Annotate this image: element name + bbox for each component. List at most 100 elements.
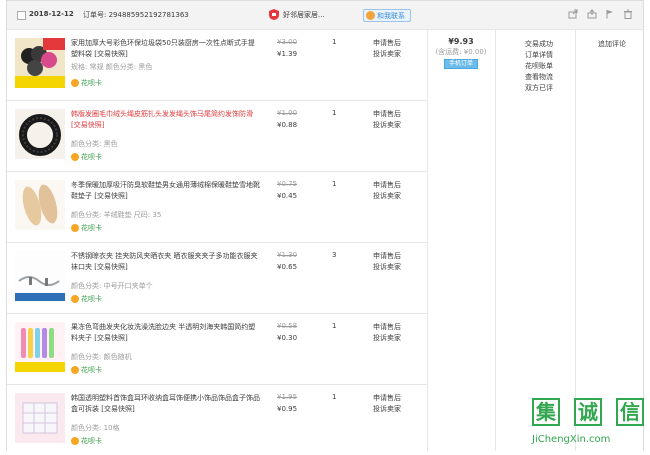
badge-label: 花呗卡 xyxy=(81,79,102,87)
order-total: ¥9.93 (含运费: ¥0.00) 手机订单 xyxy=(429,37,493,69)
product-title-link[interactable]: 果冻色弯曲发夹化妆洗澡洗脸边夹 半透明刘海夹韩国简约塑料夹子 [交易快照] xyxy=(71,322,261,344)
quantity: 1 xyxy=(332,38,337,46)
trade-success-status: 交易成功 xyxy=(525,40,553,48)
wangwang-icon xyxy=(366,11,375,20)
apply-after-sale-link[interactable]: 申请售后 xyxy=(373,393,401,404)
order-card: 2018-12-12 订单号: 294885952192781363 好邻居家居… xyxy=(6,0,644,451)
original-price: ¥3.00 xyxy=(277,38,298,46)
add-review-link[interactable]: 追加评论 xyxy=(598,39,626,49)
shipping-fee: (含运费: ¥0.00) xyxy=(435,48,487,56)
badge-label: 花呗卡 xyxy=(81,224,102,232)
product-badge: 花呗卡 xyxy=(71,223,105,233)
product-title-link[interactable]: 韩国透明塑料首饰盒耳环收纳盒耳饰便携小饰品饰品盒子饰品盒可拆装 [交易快照] xyxy=(71,393,261,415)
upload-icon[interactable] xyxy=(587,9,597,19)
service-links: 申请售后 投诉卖家 xyxy=(373,38,401,60)
service-links: 申请售后 投诉卖家 xyxy=(373,109,401,131)
item-row: 韩国透明塑料首饰盒耳环收纳盒耳饰便携小饰品饰品盒子饰品盒可拆装 [交易快照] 颜… xyxy=(7,385,427,455)
badge-coin-icon xyxy=(71,295,79,303)
paid-price: ¥0.30 xyxy=(277,334,298,342)
trash-icon[interactable] xyxy=(623,9,633,19)
item-row: 家用加厚大号彩色环保垃圾袋50只装厨房一次性点断式手提塑料袋 [交易快照] 规格… xyxy=(7,30,427,101)
product-badge: 花呗卡 xyxy=(71,78,105,88)
column-divider xyxy=(575,29,576,451)
product-thumbnail[interactable] xyxy=(15,393,65,443)
apply-after-sale-link[interactable]: 申请售后 xyxy=(373,38,401,49)
product-attributes: 规格: 常规 颜色分类: 黑色 xyxy=(71,63,153,71)
watermark-char: 诚 xyxy=(574,398,602,426)
complain-seller-link[interactable]: 投诉卖家 xyxy=(373,49,401,60)
order-date: 2018-12-12 xyxy=(29,10,74,18)
product-badge: 花呗卡 xyxy=(71,152,105,162)
complain-seller-link[interactable]: 投诉卖家 xyxy=(373,404,401,415)
product-attributes: 颜色分类: 羊绒鞋垫 尺码: 35 xyxy=(71,211,162,219)
shop-name-link[interactable]: 好邻居家居... xyxy=(283,10,325,20)
order-number: 订单号: 294885952192781363 xyxy=(83,11,189,19)
mobile-order-badge: 手机订单 xyxy=(443,59,478,69)
order-header: 2018-12-12 订单号: 294885952192781363 好邻居家居… xyxy=(7,1,643,30)
quantity: 3 xyxy=(332,251,337,259)
badge-coin-icon xyxy=(71,437,79,445)
badge-label: 花呗卡 xyxy=(81,295,102,303)
product-thumbnail[interactable] xyxy=(15,251,65,301)
product-attributes: 颜色分类: 颜色随机 xyxy=(71,353,132,361)
share-icon[interactable] xyxy=(568,9,578,19)
paid-price: ¥0.65 xyxy=(277,263,298,271)
apply-after-sale-link[interactable]: 申请售后 xyxy=(373,251,401,262)
complain-seller-link[interactable]: 投诉卖家 xyxy=(373,120,401,131)
product-thumbnail[interactable] xyxy=(15,38,65,88)
contact-seller-button[interactable]: 和我联系 xyxy=(363,9,411,22)
order-detail-link[interactable]: 订单详情 xyxy=(525,50,553,61)
shop-badge-icon xyxy=(269,9,279,20)
badge-coin-icon xyxy=(71,153,79,161)
product-title-link[interactable]: 韩版发圈毛巾绒头绳皮筋扎头发发绳头饰马尾简约发饰防滑 [交易快照] xyxy=(71,109,261,131)
product-badge: 花呗卡 xyxy=(71,365,105,375)
watermark-char: 集 xyxy=(532,398,560,426)
column-divider xyxy=(427,29,428,451)
product-badge: 花呗卡 xyxy=(71,294,105,304)
original-price: ¥0.58 xyxy=(277,322,298,330)
product-thumbnail[interactable] xyxy=(15,109,65,159)
badge-coin-icon xyxy=(71,224,79,232)
huabei-bill-link[interactable]: 花呗账单 xyxy=(525,61,553,72)
order-checkbox[interactable] xyxy=(17,11,26,20)
original-price: ¥1.30 xyxy=(277,251,298,259)
original-price: ¥1.95 xyxy=(277,393,298,401)
total-price: ¥9.93 xyxy=(448,37,474,46)
paid-price: ¥1.39 xyxy=(277,50,298,58)
product-attributes: 颜色分类: 黑色 xyxy=(71,140,118,148)
service-links: 申请售后 投诉卖家 xyxy=(373,393,401,415)
product-title-link[interactable]: 不锈钢晾衣夹 挂夹防风夹晒衣夹 晒衣服夹夹子多功能衣服夹袜口夹 [交易快照] xyxy=(71,251,261,273)
complain-seller-link[interactable]: 投诉卖家 xyxy=(373,262,401,273)
quantity: 1 xyxy=(332,180,337,188)
product-thumbnail[interactable] xyxy=(15,322,65,372)
item-row: 冬季保暖加厚吸汗防臭软鞋垫男女通用薄绒棉保暖鞋垫雪地靴鞋垫子 [交易快照] 颜色… xyxy=(7,172,427,243)
product-attributes: 颜色分类: 中号开口夹单个 xyxy=(71,282,153,290)
paid-price: ¥0.88 xyxy=(277,121,298,129)
service-links: 申请售后 投诉卖家 xyxy=(373,251,401,273)
apply-after-sale-link[interactable]: 申请售后 xyxy=(373,322,401,333)
complain-seller-link[interactable]: 投诉卖家 xyxy=(373,191,401,202)
contact-seller-label: 和我联系 xyxy=(377,12,405,20)
both-rated-status: 双方已评 xyxy=(525,84,553,92)
watermark-char: 信 xyxy=(616,398,644,426)
badge-coin-icon xyxy=(71,79,79,87)
paid-price: ¥0.95 xyxy=(277,405,298,413)
product-thumbnail[interactable] xyxy=(15,180,65,230)
apply-after-sale-link[interactable]: 申请售后 xyxy=(373,109,401,120)
order-actions xyxy=(568,9,633,21)
apply-after-sale-link[interactable]: 申请售后 xyxy=(373,180,401,191)
product-attributes: 颜色分类: 10格 xyxy=(71,424,120,432)
service-links: 申请售后 投诉卖家 xyxy=(373,322,401,344)
product-title-link[interactable]: 冬季保暖加厚吸汗防臭软鞋垫男女通用薄绒棉保暖鞋垫雪地靴鞋垫子 [交易快照] xyxy=(71,180,261,202)
original-price: ¥1.00 xyxy=(277,109,298,117)
view-logistics-link[interactable]: 查看物流 xyxy=(525,72,553,83)
quantity: 1 xyxy=(332,109,337,117)
flag-icon[interactable] xyxy=(605,9,615,19)
column-divider xyxy=(495,29,496,451)
watermark: 集 诚 信 JiChengXin.com xyxy=(528,398,650,451)
watermark-url: JiChengXin.com xyxy=(532,434,611,445)
product-title-link[interactable]: 家用加厚大号彩色环保垃圾袋50只装厨房一次性点断式手提塑料袋 [交易快照] xyxy=(71,38,261,60)
complain-seller-link[interactable]: 投诉卖家 xyxy=(373,333,401,344)
badge-label: 花呗卡 xyxy=(81,366,102,374)
badge-label: 花呗卡 xyxy=(81,153,102,161)
